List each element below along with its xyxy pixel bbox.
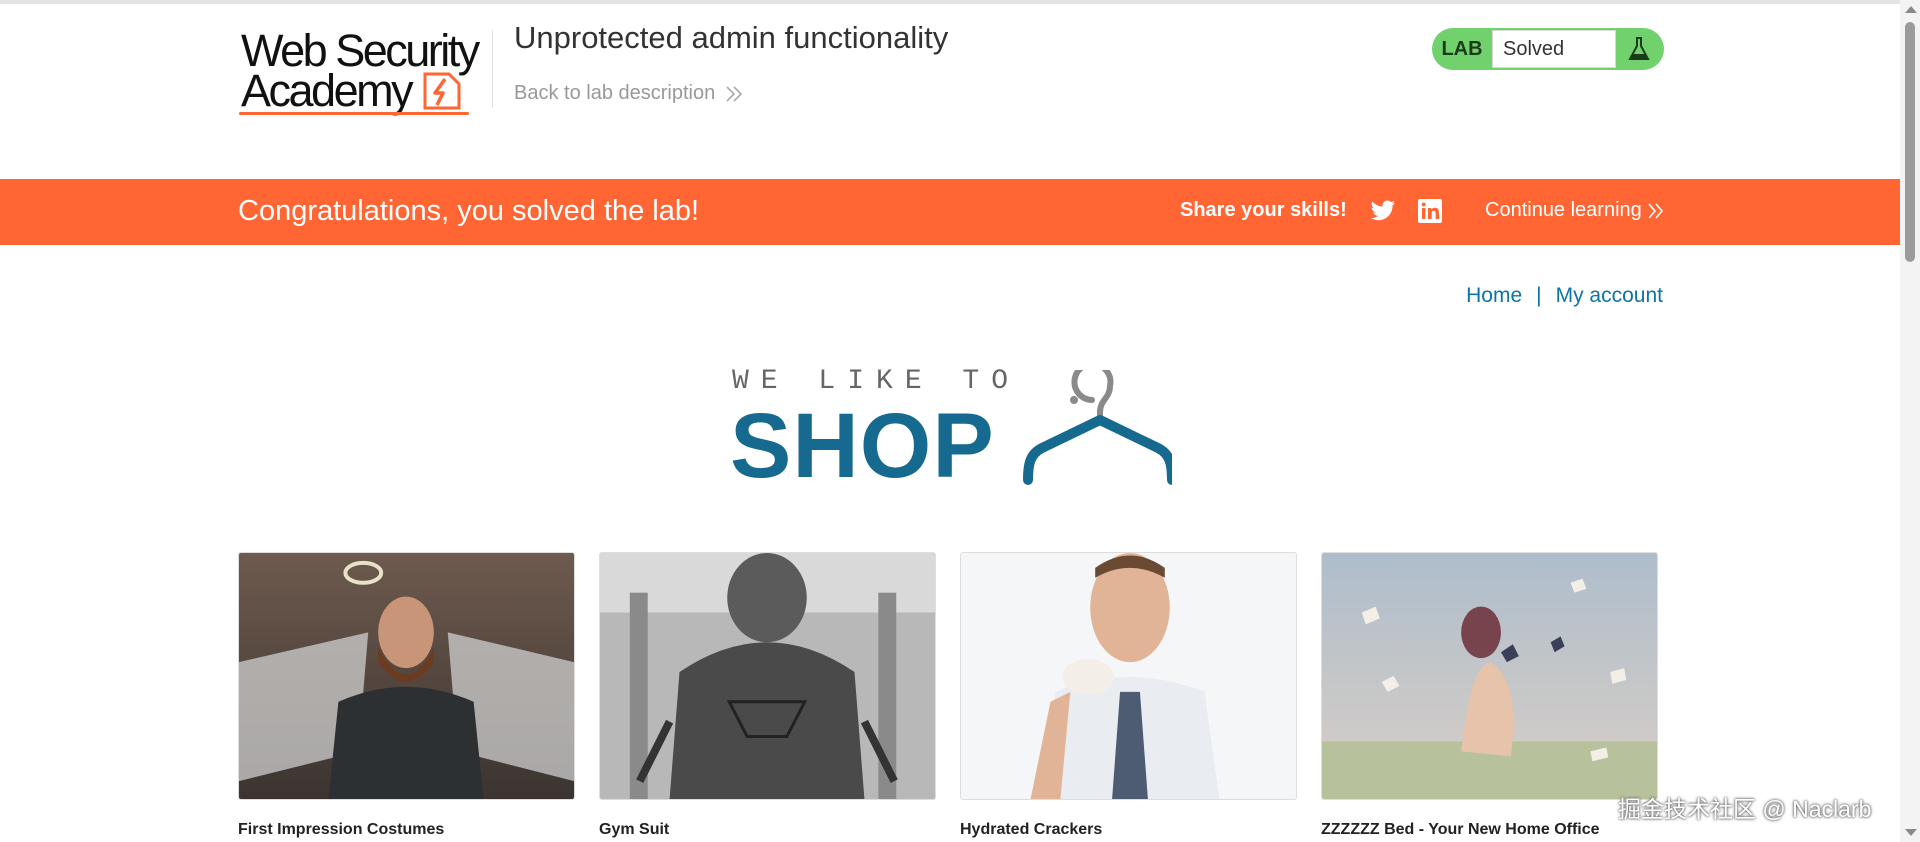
scroll-up-arrow-icon[interactable] [1905,6,1917,13]
scroll-down-arrow-icon[interactable] [1905,829,1917,836]
product-grid: First Impression Costumes Gym Suit Hydra… [238,552,1660,842]
product-name[interactable]: Hydrated Crackers [960,821,1297,839]
logo-lightning-icon [423,72,461,110]
share-label: Share your skills! [1180,199,1347,221]
product-image[interactable] [238,552,575,800]
back-link-label: Back to lab description [514,82,716,104]
web-security-academy-logo[interactable]: Web Security Academy [239,26,489,120]
product-card[interactable]: ZZZZZZ Bed - Your New Home Office [1321,552,1658,839]
product-card[interactable]: First Impression Costumes [238,552,575,839]
page-scrollbar[interactable] [1900,0,1920,842]
flask-icon [1616,36,1662,62]
double-chevron-right-icon [1648,202,1663,219]
continue-learning-link[interactable]: Continue learning [1485,199,1664,222]
header-divider [492,30,493,108]
back-to-lab-description-link[interactable]: Back to lab description [514,82,743,105]
we-like-to-shop-logo: WE LIKE TO SHOP [730,366,1172,492]
home-link[interactable]: Home [1466,284,1522,308]
product-image[interactable] [599,552,936,800]
congratulations-message: Congratulations, you solved the lab! [238,195,700,227]
continue-learning-label: Continue learning [1485,199,1642,221]
lab-badge-label: LAB [1441,37,1483,60]
solved-banner: Congratulations, you solved the lab! Sha… [0,179,1900,245]
hanger-icon [1023,370,1172,485]
product-card[interactable]: Gym Suit [599,552,936,839]
scrollbar-thumb[interactable] [1905,22,1915,262]
product-card[interactable]: Hydrated Crackers [960,552,1297,839]
double-chevron-right-icon [726,85,743,102]
watermark-text: 掘金技术社区 @ Naclarb [1618,796,1872,822]
my-account-link[interactable]: My account [1556,284,1663,308]
shop-word: SHOP [730,395,995,497]
product-name[interactable]: ZZZZZZ Bed - Your New Home Office [1321,821,1658,839]
product-image[interactable] [960,552,1297,800]
window-top-edge [0,0,1920,4]
nav-separator: | [1536,284,1542,307]
lab-status-badge: LAB Solved [1432,28,1664,70]
shop-tagline: WE LIKE TO [732,366,1021,397]
lab-status-text: Solved [1492,30,1616,68]
logo-underline [239,112,469,115]
product-name[interactable]: Gym Suit [599,821,936,839]
twitter-icon[interactable] [1370,199,1396,223]
logo-line-2: Academy [241,65,414,116]
product-name[interactable]: First Impression Costumes [238,821,575,839]
linkedin-icon[interactable] [1418,199,1442,223]
top-navigation: Home | My account [1466,284,1663,308]
product-image[interactable] [1321,552,1658,800]
lab-title: Unprotected admin functionality [514,20,949,55]
